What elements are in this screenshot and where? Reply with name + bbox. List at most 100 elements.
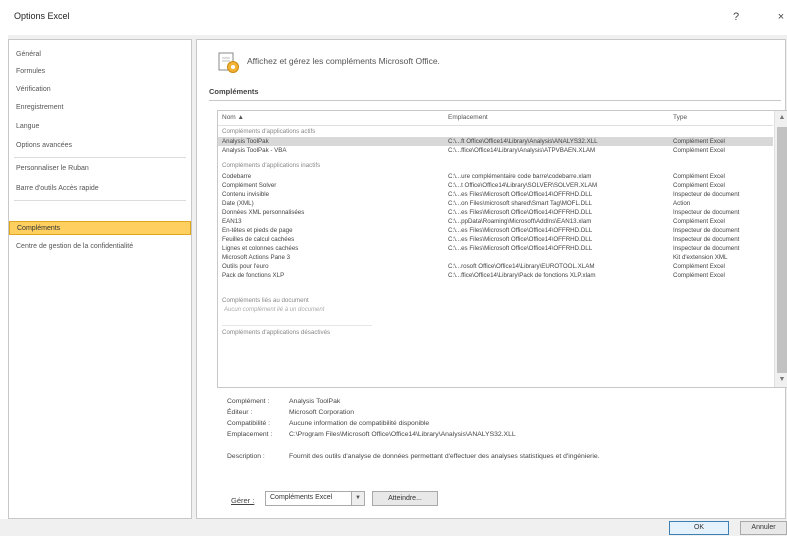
- list-item[interactable]: Outils pour l'euro C:\...rosoft Office\O…: [218, 262, 773, 271]
- addin-name: Date (XML): [222, 200, 254, 207]
- panel-header-text: Affichez et gérez les compléments Micros…: [247, 56, 440, 66]
- manage-dropdown-value: Compléments Excel: [270, 494, 333, 501]
- location-label: Emplacement :: [227, 431, 273, 438]
- manage-dropdown[interactable]: Compléments Excel ▼: [265, 491, 365, 506]
- title-bar: Options Excel ? ×: [0, 0, 787, 34]
- addin-name: Microsoft Actions Pane 3: [222, 254, 291, 261]
- addin-detail-value: Analysis ToolPak: [289, 398, 341, 405]
- location-value: C:\Program Files\Microsoft Office\Office…: [289, 431, 516, 438]
- addin-location: C:\...es Files\Microsoft Office\Office14…: [448, 245, 593, 252]
- addin-type: Complément Excel: [673, 263, 725, 270]
- list-scrollbar[interactable]: ▲ ▼: [774, 111, 787, 387]
- description-label: Description :: [227, 453, 265, 460]
- sidebar-item-customize-ribbon[interactable]: Personnaliser le Ruban: [9, 162, 191, 176]
- cancel-button[interactable]: Annuler: [740, 521, 787, 535]
- chevron-down-icon[interactable]: ▼: [351, 492, 364, 505]
- addins-list: Nom ▲ Emplacement Type Compléments d'app…: [217, 110, 787, 388]
- sidebar-item-general[interactable]: Général: [9, 48, 191, 62]
- addin-type: Inspecteur de document: [673, 245, 740, 252]
- list-item[interactable]: Contenu invisible C:\...es Files\Microso…: [218, 190, 773, 199]
- sidebar-item-quick-access[interactable]: Barre d'outils Accès rapide: [9, 182, 191, 196]
- addin-location: C:\...ure complémentaire code barre\code…: [448, 173, 592, 180]
- go-button[interactable]: Atteindre...: [372, 491, 438, 506]
- addin-location: C:\...rosoft Office\Office14\Library\EUR…: [448, 263, 595, 270]
- group-header-inactive: Compléments d'applications inactifs: [222, 162, 321, 169]
- list-item[interactable]: EAN13 C:\...ppData\Roaming\Microsoft\Add…: [218, 217, 773, 226]
- window-title: Options Excel: [14, 11, 70, 21]
- list-item[interactable]: Lignes et colonnes cachées C:\...es File…: [218, 244, 773, 253]
- section-divider: [209, 100, 781, 101]
- addin-location: C:\...t Office\Office14\Library\SOLVER\S…: [448, 182, 598, 189]
- compatibility-label: Compatibilité :: [227, 420, 271, 427]
- scroll-up-icon[interactable]: ▲: [775, 111, 787, 125]
- list-item[interactable]: Microsoft Actions Pane 3 Kit d'extension…: [218, 253, 773, 262]
- addin-location: C:\...on Files\microsoft shared\Smart Ta…: [448, 200, 592, 207]
- description-value: Fournit des outils d'analyse de données …: [289, 453, 600, 460]
- addin-type: Complément Excel: [673, 173, 725, 180]
- addin-type: Inspecteur de document: [673, 209, 740, 216]
- addin-type: Complément Excel: [673, 147, 725, 154]
- section-title: Compléments: [209, 87, 259, 96]
- group-header-document: Compléments liés au document: [222, 297, 309, 304]
- addin-type: Inspecteur de document: [673, 191, 740, 198]
- help-button[interactable]: ?: [725, 8, 747, 26]
- addin-type: Complément Excel: [673, 182, 725, 189]
- column-header-name[interactable]: Nom ▲: [222, 114, 244, 121]
- group-header-disabled: Compléments d'applications désactivés: [222, 329, 331, 336]
- column-header-type[interactable]: Type: [673, 114, 687, 121]
- addin-name: Feuilles de calcul cachées: [222, 236, 295, 243]
- addin-detail-label: Complément :: [227, 398, 270, 405]
- addin-type: Action: [673, 200, 691, 207]
- sidebar-item-addins[interactable]: Compléments: [9, 221, 191, 235]
- sidebar-item-save[interactable]: Enregistrement: [9, 101, 191, 115]
- addin-location: C:\...ffice\Office14\Library\Analysis\AT…: [448, 147, 596, 154]
- addin-name: Analysis ToolPak: [222, 138, 269, 145]
- addin-name: En-têtes et pieds de page: [222, 227, 293, 234]
- scroll-down-icon[interactable]: ▼: [775, 373, 787, 387]
- group-divider: [222, 325, 372, 326]
- close-button[interactable]: ×: [770, 8, 787, 26]
- sidebar-item-advanced[interactable]: Options avancées: [9, 139, 191, 153]
- sidebar-item-language[interactable]: Langue: [9, 120, 191, 134]
- addin-location: C:\...es Files\Microsoft Office\Office14…: [448, 209, 593, 216]
- column-header-location[interactable]: Emplacement: [448, 114, 488, 121]
- addin-type: Kit d'extension XML: [673, 254, 728, 261]
- addin-type: Inspecteur de document: [673, 236, 740, 243]
- addin-location: C:\...es Files\Microsoft Office\Office14…: [448, 191, 593, 198]
- group-header-active: Compléments d'applications actifs: [222, 128, 316, 135]
- dialog-content: Général Formules Vérification Enregistre…: [8, 35, 787, 519]
- options-sidebar: Général Formules Vérification Enregistre…: [8, 39, 192, 519]
- scroll-thumb[interactable]: [777, 127, 787, 373]
- compatibility-value: Aucune information de compatibilité disp…: [289, 420, 430, 427]
- sidebar-item-trust-center[interactable]: Centre de gestion de la confidentialité: [9, 240, 191, 254]
- addin-type: Complément Excel: [673, 272, 725, 279]
- list-item[interactable]: Codebarre C:\...ure complémentaire code …: [218, 172, 773, 181]
- list-header: Nom ▲ Emplacement Type: [218, 111, 773, 126]
- list-item[interactable]: En-têtes et pieds de page C:\...es Files…: [218, 226, 773, 235]
- addin-type: Inspecteur de document: [673, 227, 740, 234]
- group-empty-message: Aucun complément lié à un document: [224, 307, 325, 313]
- list-item[interactable]: Pack de fonctions XLP C:\...ffice\Office…: [218, 271, 773, 280]
- addin-name: Données XML personnalisées: [222, 209, 305, 216]
- addin-name: Pack de fonctions XLP: [222, 272, 285, 279]
- sidebar-divider: [14, 200, 186, 201]
- addin-type: Complément Excel: [673, 138, 725, 145]
- list-item[interactable]: Date (XML) C:\...on Files\microsoft shar…: [218, 199, 773, 208]
- list-item[interactable]: Feuilles de calcul cachées C:\...es File…: [218, 235, 773, 244]
- addin-name: Analysis ToolPak - VBA: [222, 147, 287, 154]
- list-item[interactable]: Analysis ToolPak - VBA C:\...ffice\Offic…: [218, 146, 773, 155]
- addin-location: C:\...ft Office\Office14\Library\Analysi…: [448, 138, 598, 145]
- dialog-footer: OK Annuler: [0, 519, 787, 536]
- addin-name: Outils pour l'euro: [222, 263, 269, 270]
- sidebar-item-formulas[interactable]: Formules: [9, 65, 191, 79]
- list-item[interactable]: Complément Solver C:\...t Office\Office1…: [218, 181, 773, 190]
- addin-type: Complément Excel: [673, 218, 725, 225]
- list-item[interactable]: Analysis ToolPak C:\...ft Office\Office1…: [218, 137, 773, 146]
- list-item[interactable]: Données XML personnalisées C:\...es File…: [218, 208, 773, 217]
- addin-name: Codebarre: [222, 173, 252, 180]
- addin-name: EAN13: [222, 218, 242, 225]
- addin-location: C:\...es Files\Microsoft Office\Office14…: [448, 227, 593, 234]
- ok-button[interactable]: OK: [669, 521, 729, 535]
- sidebar-item-proofing[interactable]: Vérification: [9, 83, 191, 97]
- addin-location: C:\...ppData\Roaming\Microsoft\AddIns\EA…: [448, 218, 592, 225]
